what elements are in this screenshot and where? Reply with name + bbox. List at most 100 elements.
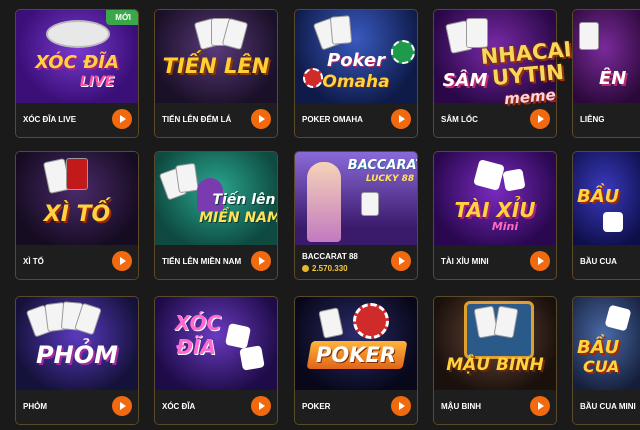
game-logo-title: TIẾN LÊN — [162, 54, 270, 78]
playing-card-icon — [175, 162, 199, 194]
game-card-xoc-dia-live[interactable]: XÓC ĐĨA LIVE MỚI XÓC ĐĨA LIVE — [15, 9, 139, 138]
play-button[interactable] — [391, 109, 411, 129]
game-info-bar: BẦU CUA — [573, 245, 640, 279]
game-logo-subtitle: MIỀN NAM — [199, 210, 277, 226]
game-logo-subtitle: Mini — [491, 220, 519, 233]
game-thumbnail: BACCARAT LUCKY 88 — [295, 152, 417, 247]
game-info-bar: BẦU CUA MINI — [573, 390, 640, 424]
play-button[interactable] — [251, 109, 271, 129]
game-thumbnail: MẬU BINH — [434, 297, 556, 392]
game-card-xi-to[interactable]: XÌ TỐ XÌ TỐ — [15, 151, 139, 280]
game-logo-subtitle: LUCKY 88 — [365, 174, 415, 184]
game-card-tien-len-mien-nam[interactable]: Tiến lên MIỀN NAM TIẾN LÊN MIỀN NAM — [154, 151, 278, 280]
playing-card-icon — [329, 15, 353, 45]
game-thumbnail: BẦU CUA — [573, 297, 640, 392]
game-thumbnail: POKER — [295, 297, 417, 392]
game-info-bar: BACCARAT 88 2.570.330 — [295, 245, 417, 279]
jackpot-amount: 2.570.330 — [302, 264, 348, 273]
dice-icon — [473, 159, 505, 191]
bowl-icon — [46, 20, 110, 48]
game-info-bar: POKER — [295, 390, 417, 424]
game-thumbnail: Poker Omaha — [295, 10, 417, 105]
game-thumbnail: XÓC ĐĨA — [155, 297, 277, 392]
game-name: BẦU CUA MINI — [580, 402, 636, 411]
game-info-bar: TIẾN LÊN ĐẾM LÁ — [155, 103, 277, 137]
play-button[interactable] — [391, 396, 411, 416]
game-logo-subtitle: LIVE — [79, 74, 115, 90]
game-card-tien-len-dem-la[interactable]: TIẾN LÊN TIẾN LÊN ĐẾM LÁ — [154, 9, 278, 138]
game-logo-subtitle: CUA — [583, 357, 620, 376]
game-logo-title: BẦU — [577, 186, 620, 207]
game-name: XÓC ĐĨA — [162, 402, 196, 411]
poker-chip-icon — [353, 303, 389, 339]
play-button[interactable] — [530, 251, 550, 271]
game-logo-title: XÓC ĐĨA — [35, 52, 119, 73]
game-name: XÓC ĐĨA LIVE — [23, 115, 77, 124]
game-logo-title: XÌ TỐ — [43, 202, 111, 227]
play-button[interactable] — [530, 109, 550, 129]
playing-card-icon — [318, 307, 344, 339]
play-button[interactable] — [112, 109, 132, 129]
play-button[interactable] — [530, 396, 550, 416]
game-name: POKER OMAHA — [302, 115, 363, 124]
game-name: TIẾN LÊN ĐẾM LÁ — [162, 115, 232, 124]
game-thumbnail: PHỎM — [16, 297, 138, 392]
play-button[interactable] — [391, 251, 411, 271]
game-name: LIÊNG — [580, 115, 605, 124]
game-card-bau-cua-mini[interactable]: BẦU CUA BẦU CUA MINI — [572, 296, 640, 425]
game-logo-title: POKER — [315, 343, 397, 367]
game-name: MẬU BINH — [441, 402, 481, 411]
new-badge: MỚI — [106, 10, 138, 25]
playing-card-icon — [361, 192, 379, 216]
game-name: TÀI XỈU MINI — [441, 257, 489, 266]
game-info-bar: XÓC ĐĨA LIVE — [16, 103, 138, 137]
dice-icon — [224, 322, 252, 350]
game-name: TIẾN LÊN MIỀN NAM — [162, 257, 242, 266]
game-name: BACCARAT 88 — [302, 252, 358, 261]
playing-card-icon — [66, 158, 88, 190]
play-button[interactable] — [251, 396, 271, 416]
game-card-xoc-dia[interactable]: XÓC ĐĨA XÓC ĐĨA — [154, 296, 278, 425]
game-info-bar: PHỎM — [16, 390, 138, 424]
game-info-bar: LIÊNG — [573, 103, 640, 137]
game-card-phom[interactable]: PHỎM PHỎM — [15, 296, 139, 425]
game-thumbnail: BẦU — [573, 152, 640, 247]
game-logo-title: PHỎM — [36, 341, 118, 369]
game-card-bau-cua[interactable]: BẦU BẦU CUA — [572, 151, 640, 280]
game-name: XÌ TỐ — [23, 257, 44, 266]
game-card-baccarat-88[interactable]: BACCARAT LUCKY 88 BACCARAT 88 2.570.330 — [294, 151, 418, 280]
game-thumbnail: Tiến lên MIỀN NAM — [155, 152, 277, 247]
game-logo-title: BẦU — [577, 337, 620, 358]
game-info-bar: TÀI XỈU MINI — [434, 245, 556, 279]
game-card-tai-xiu-mini[interactable]: TÀI XỈU Mini TÀI XỈU MINI — [433, 151, 557, 280]
game-info-bar: TIẾN LÊN MIỀN NAM — [155, 245, 277, 279]
game-card-mau-binh[interactable]: MẬU BINH MẬU BINH — [433, 296, 557, 425]
play-button[interactable] — [251, 251, 271, 271]
game-logo-title: MẬU BINH — [446, 355, 544, 375]
game-info-bar: MẬU BINH — [434, 390, 556, 424]
dice-icon — [239, 345, 265, 371]
game-card-poker-omaha[interactable]: Poker Omaha POKER OMAHA — [294, 9, 418, 138]
game-thumbnail: TIẾN LÊN — [155, 10, 277, 105]
game-logo-title: TÀI XỈU — [454, 198, 536, 222]
game-name: PHỎM — [23, 402, 47, 411]
game-info-bar: POKER OMAHA — [295, 103, 417, 137]
dice-icon — [604, 304, 632, 332]
game-grid: XÓC ĐĨA LIVE MỚI XÓC ĐĨA LIVE TIẾN LÊN T… — [0, 0, 640, 430]
game-logo-subtitle: Omaha — [322, 72, 390, 92]
game-logo-title: BACCARAT — [347, 158, 417, 173]
dice-icon — [502, 168, 526, 192]
game-thumbnail: TÀI XỈU Mini — [434, 152, 556, 247]
game-name: POKER — [302, 402, 331, 411]
game-name: BẦU CUA — [580, 257, 617, 266]
dice-icon — [603, 212, 623, 232]
coin-icon — [302, 265, 309, 272]
game-thumbnail: XÌ TỐ — [16, 152, 138, 247]
play-button[interactable] — [112, 396, 132, 416]
game-logo-title: Poker — [327, 50, 385, 71]
game-name: SÂM LỐC — [441, 115, 478, 124]
playing-card-icon — [466, 18, 488, 48]
game-info-bar: XÓC ĐĨA — [155, 390, 277, 424]
play-button[interactable] — [112, 251, 132, 271]
game-card-poker[interactable]: POKER POKER — [294, 296, 418, 425]
